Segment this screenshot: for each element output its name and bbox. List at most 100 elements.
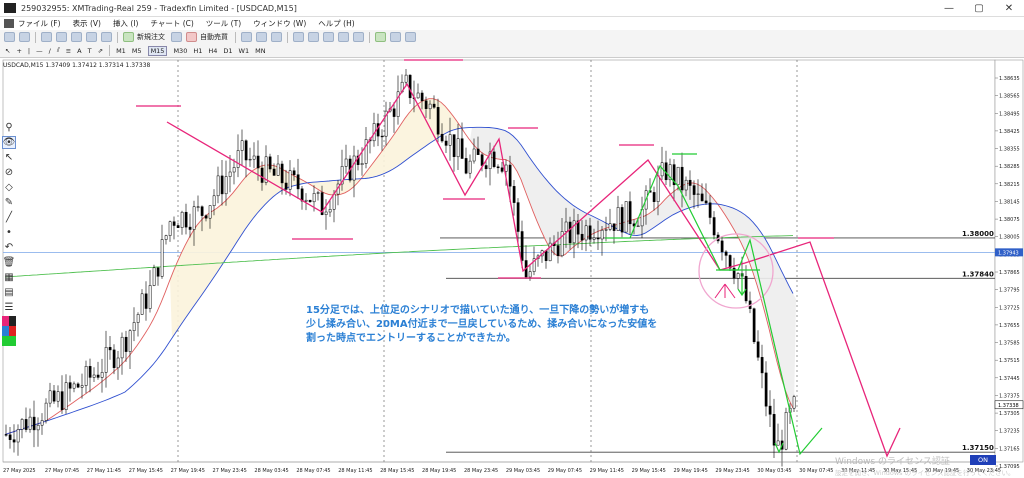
arrows-icon[interactable]: ⇗ xyxy=(98,47,103,55)
grid-icon[interactable]: ▦ xyxy=(2,271,16,284)
menu-view[interactable]: 表示 (V) xyxy=(73,18,101,29)
candle xyxy=(404,74,408,83)
horizontal-line-icon[interactable]: — xyxy=(36,47,43,55)
candle xyxy=(144,293,148,309)
color-swatch[interactable] xyxy=(9,326,16,336)
timeframe-m15[interactable]: M15 xyxy=(147,45,168,56)
line-tool-icon[interactable]: ╱ xyxy=(2,211,16,224)
market-watch-icon[interactable] xyxy=(41,32,52,42)
candle xyxy=(496,166,500,169)
periods-icon[interactable] xyxy=(390,32,401,42)
auto-trading-icon[interactable] xyxy=(186,32,197,42)
candle xyxy=(64,382,68,410)
new-order-button[interactable]: 新規注文 xyxy=(137,32,165,42)
timeframe-h1[interactable]: H1 xyxy=(193,47,202,55)
menu-insert[interactable]: 挿入 (I) xyxy=(113,18,138,29)
candle xyxy=(140,293,144,315)
data-window-icon[interactable] xyxy=(56,32,67,42)
terminal-icon[interactable] xyxy=(86,32,97,42)
label-icon[interactable]: T xyxy=(88,47,92,55)
tile-windows-icon[interactable] xyxy=(323,32,334,42)
chart-shift-icon[interactable] xyxy=(353,32,364,42)
timeframe-m5[interactable]: M5 xyxy=(132,47,142,55)
candle xyxy=(364,139,368,164)
candle xyxy=(468,160,472,174)
metaeditor-icon[interactable] xyxy=(171,32,182,42)
navigator-icon[interactable] xyxy=(71,32,82,42)
color-swatch[interactable] xyxy=(2,326,9,336)
pen-icon[interactable]: ✎ xyxy=(2,196,16,209)
pin-icon[interactable]: ⚲ xyxy=(2,121,16,134)
candle xyxy=(620,207,624,233)
color-swatch[interactable] xyxy=(2,336,9,346)
timeframe-h4[interactable]: H4 xyxy=(208,47,217,55)
annotation-line: 割った時点でエントリーすることができたか。 xyxy=(306,333,516,344)
layers-icon[interactable]: ☰ xyxy=(2,301,16,314)
eraser-icon[interactable]: ◇ xyxy=(2,181,16,194)
timeframe-d1[interactable]: D1 xyxy=(223,47,232,55)
chart-canvas[interactable]: 1.38000 1.37840 1.37150 1.38635 1.38565 1.384… xyxy=(0,58,1024,478)
menu-file[interactable]: ファイル (F) xyxy=(18,18,61,29)
price-tick-label: 1.38355 xyxy=(999,147,1020,153)
title-bar: 259032955: XMTrading-Real 259 - Tradexfi… xyxy=(0,0,1024,17)
menu-window[interactable]: ウィンドウ (W) xyxy=(253,18,306,29)
undo-icon[interactable]: ↶ xyxy=(2,241,16,254)
new-order-icon[interactable] xyxy=(123,32,134,42)
left-tool-panel: ⚲ 👁 ↖ ⊘ ◇ ✎ ╱ • ↶ 🗑 ▦ ▤ ☰ xyxy=(0,119,18,377)
candle xyxy=(224,176,228,195)
current-price-label: 1.37338 xyxy=(998,403,1019,409)
candle xyxy=(92,374,96,378)
indicators-icon[interactable] xyxy=(375,32,386,42)
save-icon[interactable]: ▤ xyxy=(2,286,16,299)
on-badge[interactable]: ON xyxy=(970,455,996,465)
zoom-out-icon[interactable] xyxy=(308,32,319,42)
trash-icon[interactable]: 🗑 xyxy=(2,256,16,269)
color-swatch[interactable] xyxy=(9,336,16,346)
vertical-line-icon[interactable]: | xyxy=(28,47,30,55)
candlestick-icon[interactable] xyxy=(256,32,267,42)
timeframe-mn[interactable]: MN xyxy=(255,47,265,55)
profiles-icon[interactable] xyxy=(19,32,30,42)
candle xyxy=(16,429,20,443)
new-chart-icon[interactable] xyxy=(4,32,15,42)
candle xyxy=(752,308,756,343)
time-tick-label: 30 May 03:45 xyxy=(757,468,791,474)
close-button[interactable]: ✕ xyxy=(994,0,1024,17)
maximize-button[interactable]: ▢ xyxy=(964,0,994,17)
menu-tools[interactable]: ツール (T) xyxy=(206,18,241,29)
zoom-in-icon[interactable] xyxy=(293,32,304,42)
trendline-icon[interactable]: / xyxy=(49,47,51,55)
price-tick-label: 1.38635 xyxy=(999,76,1020,82)
color-palette[interactable] xyxy=(2,316,16,346)
pointer-icon[interactable]: ↖ xyxy=(2,151,16,164)
text-icon[interactable]: A xyxy=(77,47,81,55)
channel-icon[interactable]: ⫽ xyxy=(57,46,60,55)
fibonacci-icon[interactable]: ≡ xyxy=(66,47,71,55)
auto-scroll-icon[interactable] xyxy=(338,32,349,42)
templates-icon[interactable] xyxy=(405,32,416,42)
line-chart-icon[interactable] xyxy=(271,32,282,42)
menu-help[interactable]: ヘルプ (H) xyxy=(318,18,354,29)
menu-chart[interactable]: チャート (C) xyxy=(150,18,193,29)
color-swatch[interactable] xyxy=(2,316,9,326)
no-draw-icon[interactable]: ⊘ xyxy=(2,166,16,179)
crosshair-icon[interactable]: + xyxy=(16,47,21,55)
strategy-tester-icon[interactable] xyxy=(101,32,112,42)
minimize-button[interactable]: — xyxy=(934,0,964,17)
color-swatch[interactable] xyxy=(9,316,16,326)
cursor-icon[interactable]: ↖ xyxy=(5,47,10,55)
timeframe-m1[interactable]: M1 xyxy=(116,47,126,55)
time-tick-label: 27 May 07:45 xyxy=(45,468,79,474)
candle xyxy=(544,250,548,261)
candle xyxy=(56,391,60,402)
price-chart[interactable]: 1.38000 1.37840 1.37150 1.38635 1.38565 1.384… xyxy=(0,58,1024,478)
timeframe-w1[interactable]: W1 xyxy=(239,47,250,55)
timeframe-m30[interactable]: M30 xyxy=(173,47,187,55)
dot-icon[interactable]: • xyxy=(2,226,16,239)
candle xyxy=(696,193,700,195)
eye-icon[interactable]: 👁 xyxy=(2,136,16,149)
auto-trading-button[interactable]: 自動売買 xyxy=(200,32,228,42)
candle xyxy=(276,163,280,176)
candle xyxy=(4,434,8,436)
bar-chart-icon[interactable] xyxy=(241,32,252,42)
